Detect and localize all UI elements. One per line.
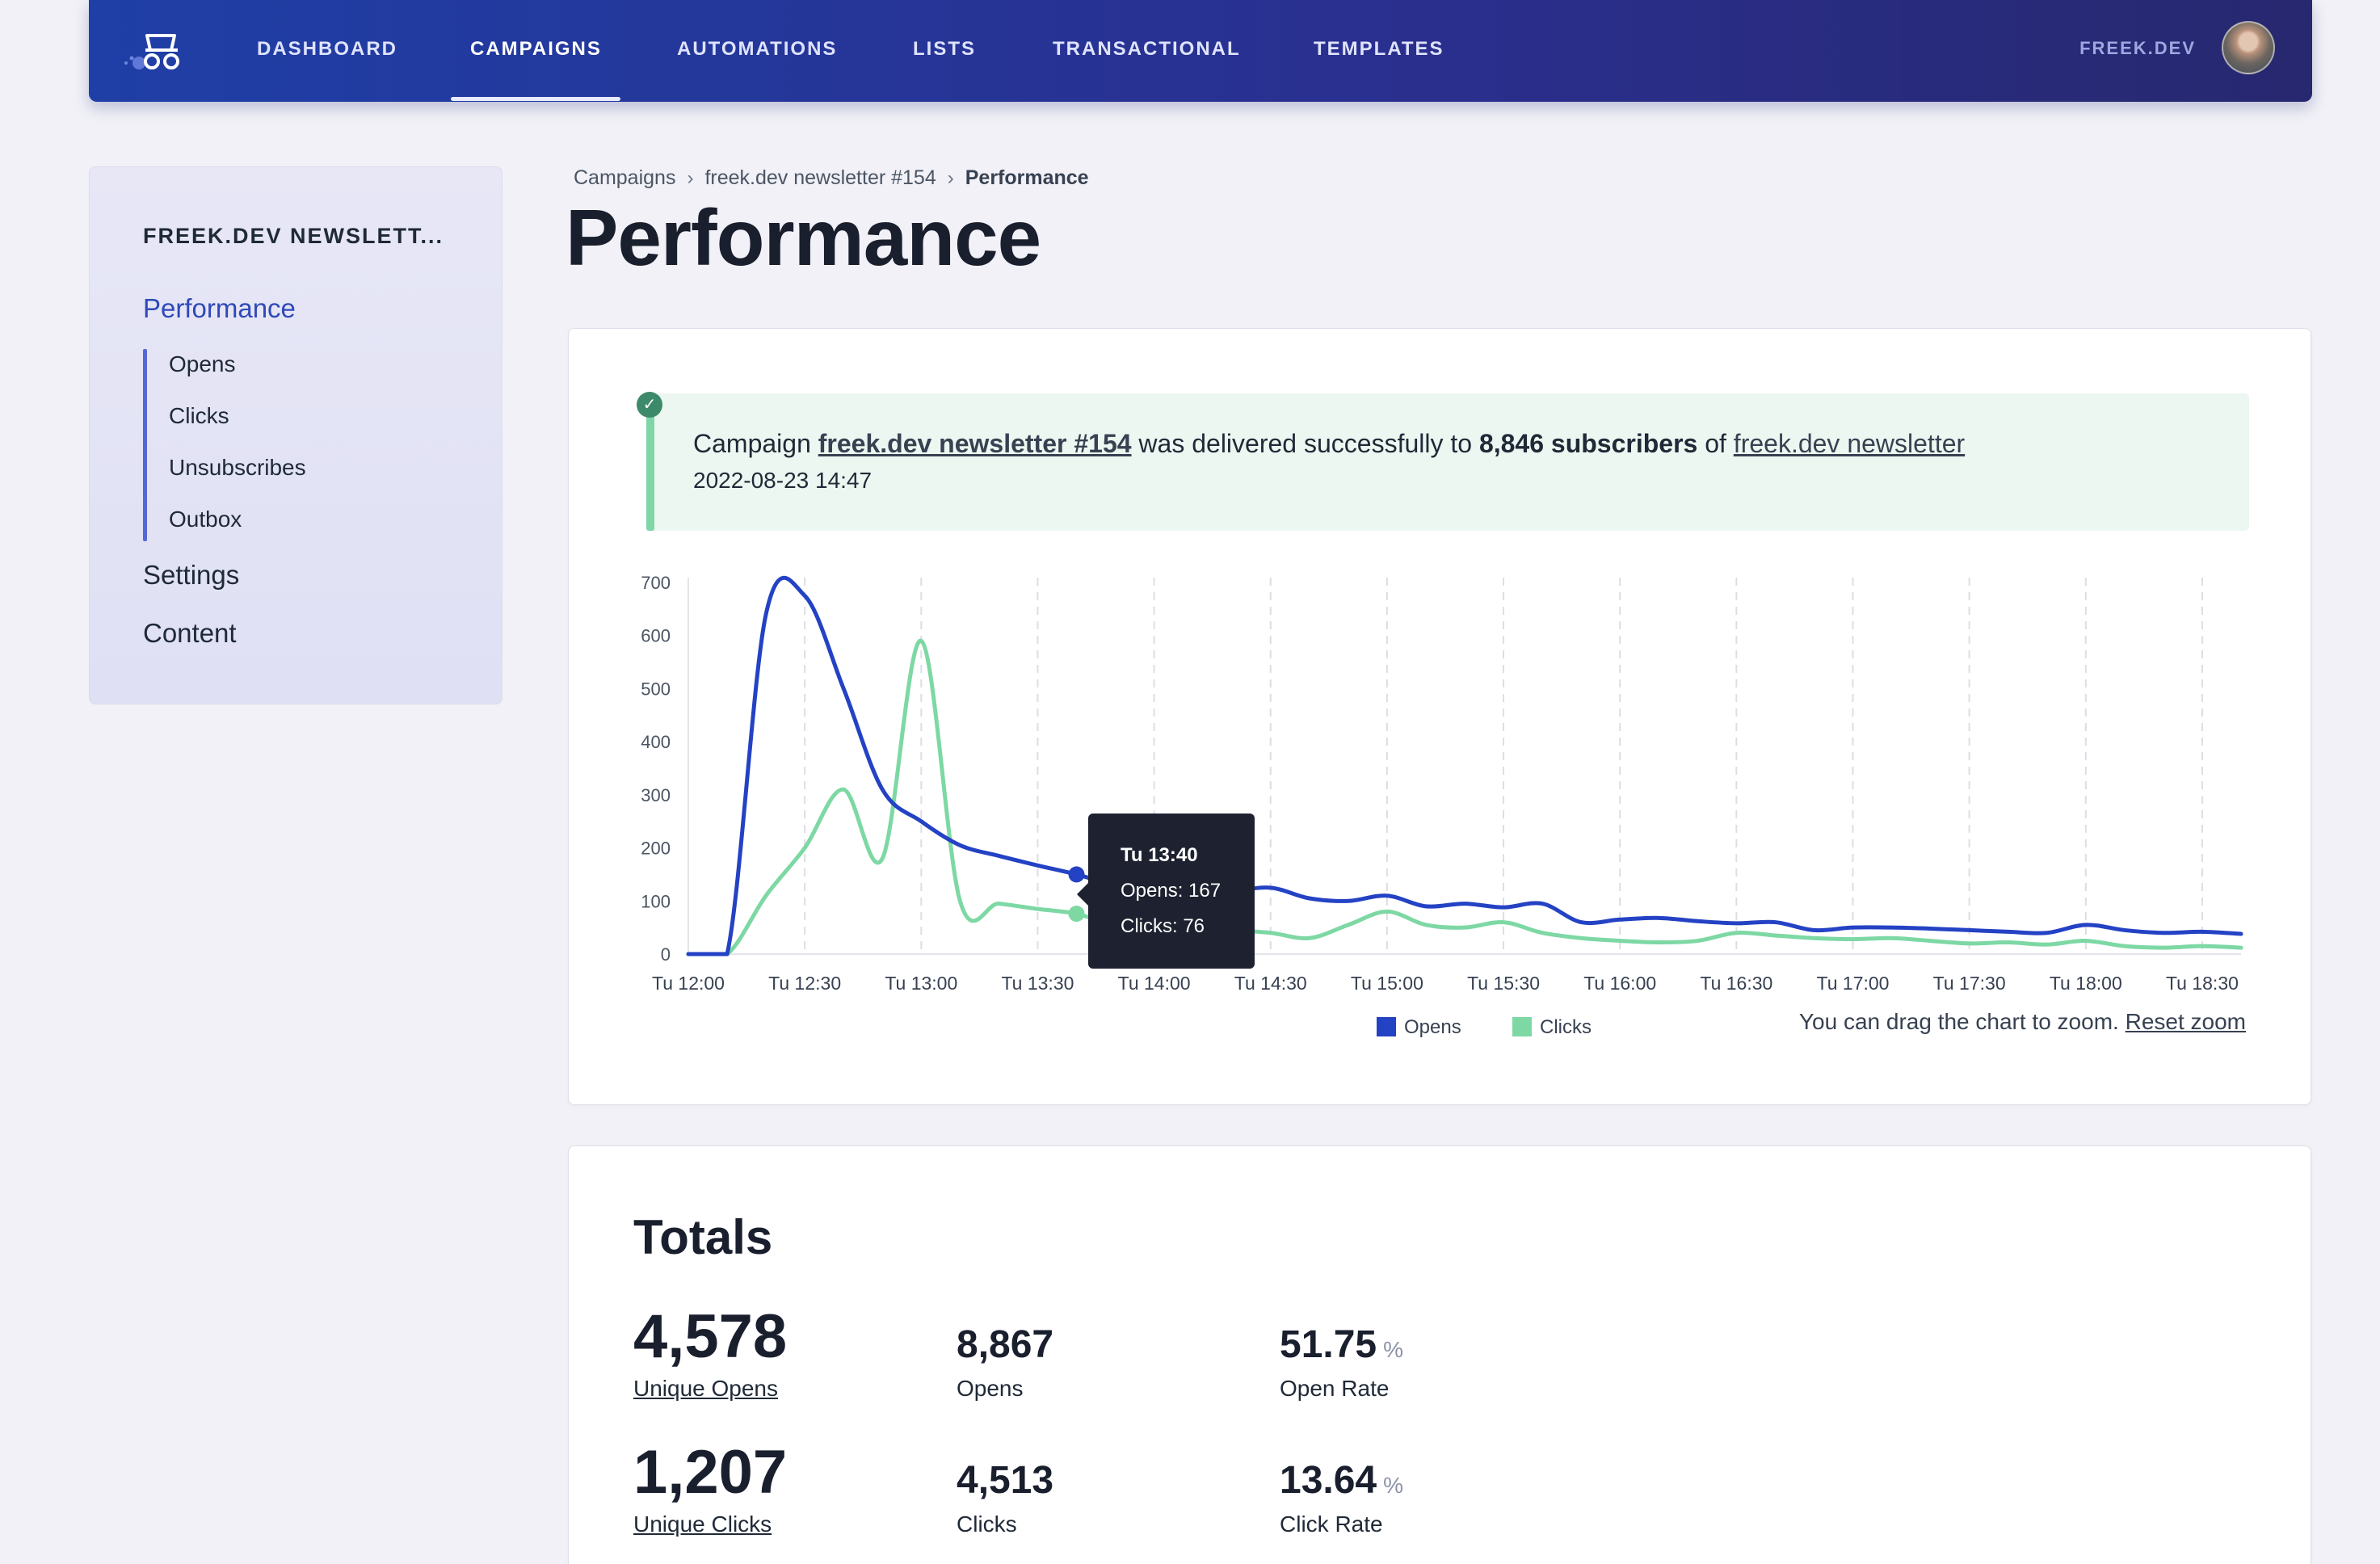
x-tick-label: Tu 17:30 (1933, 973, 2006, 994)
nav-transactional[interactable]: TRANSACTIONAL (1053, 0, 1241, 102)
sidebar-item-content[interactable]: Content (143, 618, 237, 649)
user-name[interactable]: FREEK.DEV (2079, 0, 2196, 102)
unique-opens-link[interactable]: Unique Opens (633, 1376, 778, 1402)
sidebar-item-outbox[interactable]: Outbox (169, 507, 242, 532)
opens-label: Opens (957, 1376, 1024, 1401)
performance-chart[interactable]: 0 100 200 300 400 500 600 700 Tu 12:00 Tu 12:30 Tu… (569, 329, 2312, 1104)
click-rate-number: 13.64 (1280, 1459, 1377, 1502)
sidebar-item-opens[interactable]: Opens (169, 351, 236, 377)
legend-label-opens: Opens (1404, 1016, 1461, 1038)
sidebar-item-settings[interactable]: Settings (143, 560, 239, 591)
nav-campaigns[interactable]: CAMPAIGNS (470, 0, 602, 102)
sidebar-campaign-title: FREEK.DEV NEWSLETT... (143, 224, 444, 248)
open-rate-label: Open Rate (1280, 1376, 1390, 1401)
y-tick-label: 400 (641, 732, 671, 752)
x-tick-label: Tu 14:30 (1234, 973, 1307, 994)
x-tick-label: Tu 18:30 (2166, 973, 2239, 994)
y-tick-label: 700 (641, 573, 671, 593)
y-tick-label: 100 (641, 891, 671, 911)
percent-unit: % (1383, 1473, 1404, 1498)
x-tick-label: Tu 12:00 (652, 973, 725, 994)
nav-templates[interactable]: TEMPLATES (1314, 0, 1444, 102)
chart-tooltip: Tu 13:40 Opens: 167 Clicks: 76 (1077, 814, 1255, 969)
sidebar-sub-indicator (143, 349, 147, 541)
x-tick-label: Tu 16:30 (1700, 973, 1772, 994)
legend-label-clicks: Clicks (1540, 1016, 1592, 1038)
x-tick-label: Tu 12:30 (768, 973, 841, 994)
totals-card: Totals 4,578 Unique Opens 8,867 Opens 51… (568, 1146, 2311, 1564)
opens-value: 8,867 (957, 1323, 1054, 1366)
sidebar-item-unsubscribes[interactable]: Unsubscribes (169, 455, 306, 481)
sidebar-item-performance[interactable]: Performance (143, 293, 296, 324)
totals-title: Totals (633, 1210, 773, 1264)
unique-opens-value: 4,578 (633, 1302, 788, 1371)
zoom-hint-text: You can drag the chart to zoom. (1798, 1009, 2119, 1034)
nav-lists[interactable]: LISTS (913, 0, 976, 102)
chevron-right-icon: › (947, 166, 954, 189)
zoom-hint: You can drag the chart to zoom. Reset zo… (1799, 1009, 2246, 1035)
legend-swatch-opens (1377, 1017, 1396, 1036)
y-tick-label: 300 (641, 785, 671, 805)
percent-unit: % (1383, 1337, 1404, 1362)
tooltip-clicks: Clicks: 76 (1121, 915, 1205, 937)
breadcrumb-campaigns[interactable]: Campaigns (574, 166, 675, 190)
x-tick-label: Tu 15:30 (1467, 973, 1540, 994)
tooltip-title: Tu 13:40 (1121, 844, 1198, 866)
mailcoach-logo-icon[interactable] (118, 27, 187, 73)
hover-point-opens (1068, 866, 1085, 883)
page-title: Performance (566, 193, 1041, 282)
click-rate-value: 13.64% (1280, 1458, 1403, 1503)
sidebar-item-clicks[interactable]: Clicks (169, 403, 229, 429)
tooltip-opens: Opens: 167 (1121, 880, 1222, 902)
y-tick-label: 600 (641, 626, 671, 646)
nav-dashboard[interactable]: DASHBOARD (257, 0, 397, 102)
clicks-value: 4,513 (957, 1459, 1054, 1502)
campaign-sidebar: FREEK.DEV NEWSLETT... Performance Opens … (89, 166, 502, 704)
x-tick-label: Tu 15:00 (1351, 973, 1423, 994)
performance-card: ✓ Campaign freek.dev newsletter #154 was… (568, 328, 2311, 1105)
clicks-label: Clicks (957, 1511, 1017, 1537)
open-rate-number: 51.75 (1280, 1323, 1377, 1366)
nav-active-indicator (451, 97, 620, 101)
reset-zoom-link[interactable]: Reset zoom (2126, 1009, 2246, 1034)
breadcrumb: Campaigns › freek.dev newsletter #154 › … (574, 166, 1089, 190)
x-tick-label: Tu 13:30 (1001, 973, 1074, 994)
breadcrumb-campaign[interactable]: freek.dev newsletter #154 (704, 166, 936, 190)
breadcrumb-current: Performance (965, 166, 1089, 189)
x-tick-label: Tu 13:00 (885, 973, 957, 994)
chevron-right-icon: › (687, 166, 694, 189)
user-avatar[interactable] (2222, 21, 2275, 74)
legend-swatch-clicks (1512, 1017, 1532, 1036)
y-tick-label: 0 (661, 944, 671, 965)
x-tick-label: Tu 18:00 (2050, 973, 2122, 994)
click-rate-label: Click Rate (1280, 1511, 1383, 1537)
nav-automations[interactable]: AUTOMATIONS (677, 0, 837, 102)
unique-clicks-link[interactable]: Unique Clicks (633, 1511, 772, 1537)
open-rate-value: 51.75% (1280, 1322, 1403, 1367)
hover-point-clicks (1068, 906, 1085, 923)
x-tick-label: Tu 17:00 (1817, 973, 1890, 994)
y-tick-label: 500 (641, 679, 671, 699)
y-tick-label: 200 (641, 839, 671, 859)
top-navigation: DASHBOARD CAMPAIGNS AUTOMATIONS LISTS TR… (89, 0, 2312, 102)
x-tick-label: Tu 16:00 (1583, 973, 1656, 994)
x-tick-label: Tu 14:00 (1118, 973, 1191, 994)
unique-clicks-value: 1,207 (633, 1438, 788, 1507)
